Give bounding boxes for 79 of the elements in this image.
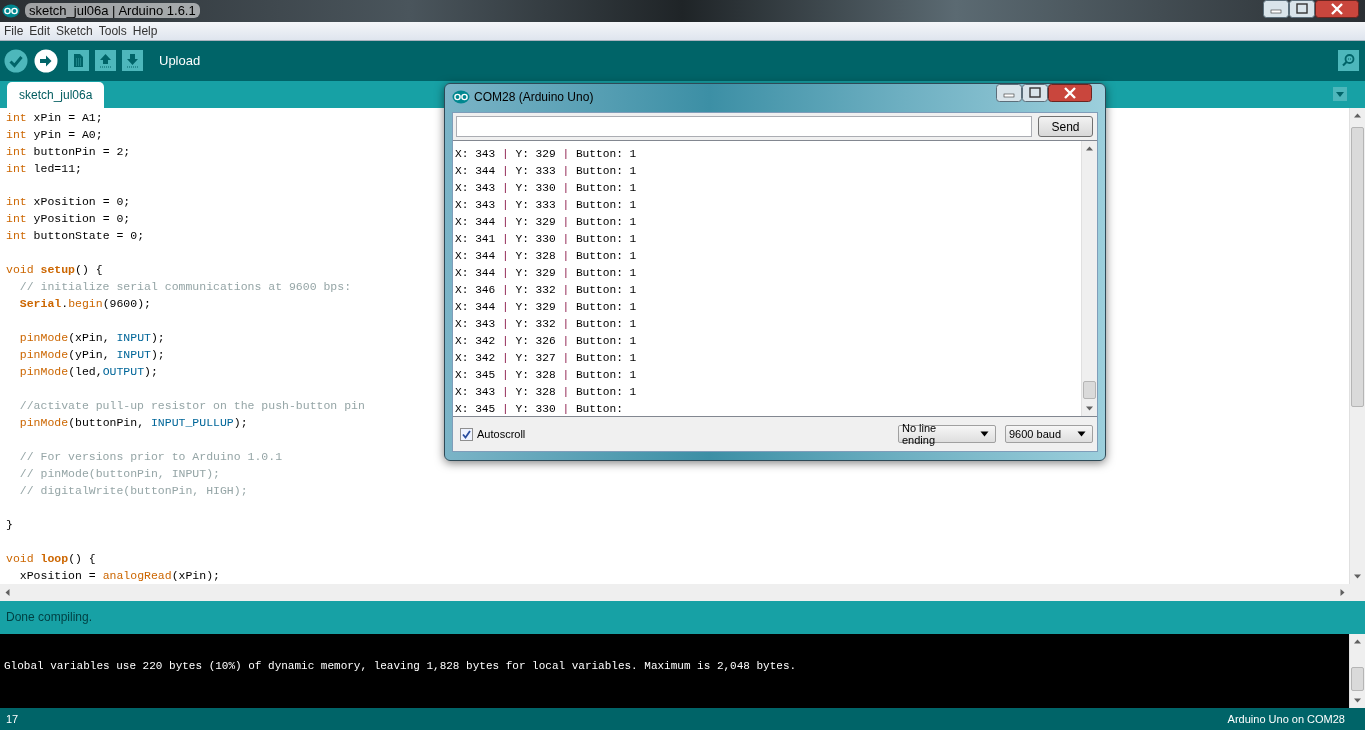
scroll-thumb[interactable] (1351, 667, 1364, 692)
serial-monitor-button[interactable] (1338, 50, 1359, 72)
autoscroll-checkbox[interactable] (460, 427, 473, 441)
maximize-button[interactable] (1022, 84, 1048, 102)
code-line: int buttonState = 0; (6, 228, 145, 245)
verify-button[interactable] (4, 48, 28, 73)
code-line: pinMode(xPin, INPUT); (18, 330, 165, 347)
checkmark-icon (461, 428, 472, 440)
close-button[interactable] (1048, 84, 1092, 102)
scrollbar[interactable] (0, 583, 1365, 601)
serial-output-line: X: 343 | Y: 330 | Button: 1 (455, 181, 637, 196)
serial-output-line: X: 345 | Y: 330 | Button: (455, 402, 623, 416)
serial-output-line: X: 345 | Y: 328 | Button: 1 (455, 368, 637, 383)
save-button[interactable] (122, 50, 143, 72)
code-line: Serial.begin(9600); (18, 296, 151, 313)
serial-output-line: X: 344 | Y: 329 | Button: 1 (455, 300, 637, 315)
open-button[interactable] (95, 50, 116, 72)
window-title: sketch_jul06a | Arduino 1.6.1 (25, 3, 200, 19)
arduino-logo-icon (2, 2, 20, 19)
scrollbar[interactable] (1349, 634, 1365, 709)
code-line: int buttonPin = 2; (6, 143, 131, 160)
code-line: // digitalWrite(buttonPin, HIGH); (18, 482, 248, 499)
message-input-field[interactable] (456, 116, 1032, 137)
serial-output-line: X: 346 | Y: 332 | Button: 1 (455, 283, 637, 298)
dropdown[interactable]: 9600 baud (1005, 425, 1093, 443)
code-line: // initialize serial communications at 9600 bps: (18, 279, 352, 296)
scrollbar[interactable] (1081, 141, 1097, 416)
code-line: pinMode(led,OUTPUT); (18, 364, 158, 381)
serial-output-line: X: 344 | Y: 329 | Button: 1 (455, 215, 637, 230)
code-line: int yPosition = 0; (6, 211, 131, 228)
code-line: // pinMode(buttonPin, INPUT); (18, 465, 220, 482)
caret-icon (1077, 431, 1086, 437)
serial-output-line: X: 344 | Y: 329 | Button: 1 (455, 266, 637, 281)
minimize-button[interactable] (996, 84, 1022, 102)
code-line: int xPin = A1; (6, 109, 103, 126)
sketch-tab[interactable]: sketch_jul06a (7, 81, 105, 108)
code-line: int yPin = A0; (6, 126, 103, 143)
code-line: } (6, 516, 13, 533)
send-button[interactable]: Send (1038, 116, 1093, 137)
serial-output-line: X: 342 | Y: 327 | Button: 1 (455, 351, 637, 366)
menu-item[interactable]: Help (132, 23, 158, 38)
console-line: Global variables use 220 bytes (10%) of dynamic memory, leaving 1,828 bytes for local variables. Maximum is 2,048 bytes. (4, 660, 798, 673)
code-line: int led=11; (6, 160, 82, 177)
scrollbar[interactable] (1349, 107, 1365, 584)
serial-output-line: X: 341 | Y: 330 | Button: 1 (455, 232, 637, 247)
menu-item[interactable]: Sketch (56, 23, 93, 38)
serial-output-line: X: 344 | Y: 333 | Button: 1 (455, 164, 637, 179)
serial-output-line: X: 343 | Y: 332 | Button: 1 (455, 317, 637, 332)
serial-output-line: X: 343 | Y: 329 | Button: 1 (455, 147, 637, 162)
new-button[interactable] (68, 50, 89, 72)
scroll-thumb[interactable] (1083, 381, 1096, 399)
board-port-label: Arduino Uno on COM28 (1227, 713, 1345, 725)
code-line: pinMode(yPin, INPUT); (18, 347, 165, 364)
serial-output-line: X: 342 | Y: 326 | Button: 1 (455, 334, 637, 349)
minimize-button[interactable] (1263, 0, 1289, 18)
arduino-logo-icon (452, 89, 470, 105)
upload-label: Upload (159, 53, 201, 69)
maximize-button[interactable] (1289, 0, 1315, 18)
code-line: int xPosition = 0; (6, 194, 131, 211)
serial-output-line: X: 343 | Y: 333 | Button: 1 (455, 198, 637, 213)
code-line: void loop() { (6, 550, 96, 567)
code-line: // For versions prior to Arduino 1.0.1 (18, 448, 283, 465)
serial-output-line: X: 343 | Y: 328 | Button: 1 (455, 385, 637, 400)
checkbox-label: Autoscroll (477, 428, 526, 440)
code-line: pinMode(buttonPin, INPUT_PULLUP); (18, 415, 248, 431)
caret-icon (980, 431, 989, 437)
menu-item[interactable]: Tools (98, 23, 127, 38)
scroll-thumb[interactable] (1351, 126, 1364, 407)
line-number: 17 (6, 713, 19, 725)
serial-output-line: X: 344 | Y: 328 | Button: 1 (455, 249, 637, 264)
menu-item[interactable]: Edit (29, 23, 51, 38)
close-button[interactable] (1315, 0, 1359, 18)
window-title: COM28 (Arduino Uno) (474, 90, 594, 104)
menu-item[interactable]: File (4, 23, 24, 38)
code-line: void setup() { (6, 262, 103, 279)
upload-button[interactable] (34, 48, 58, 73)
code-line: //activate pull-up resistor on the push-button pin (18, 398, 365, 414)
code-line: xPosition = analogRead(xPin); (18, 567, 220, 584)
status-message: Done compiling. (6, 610, 93, 625)
